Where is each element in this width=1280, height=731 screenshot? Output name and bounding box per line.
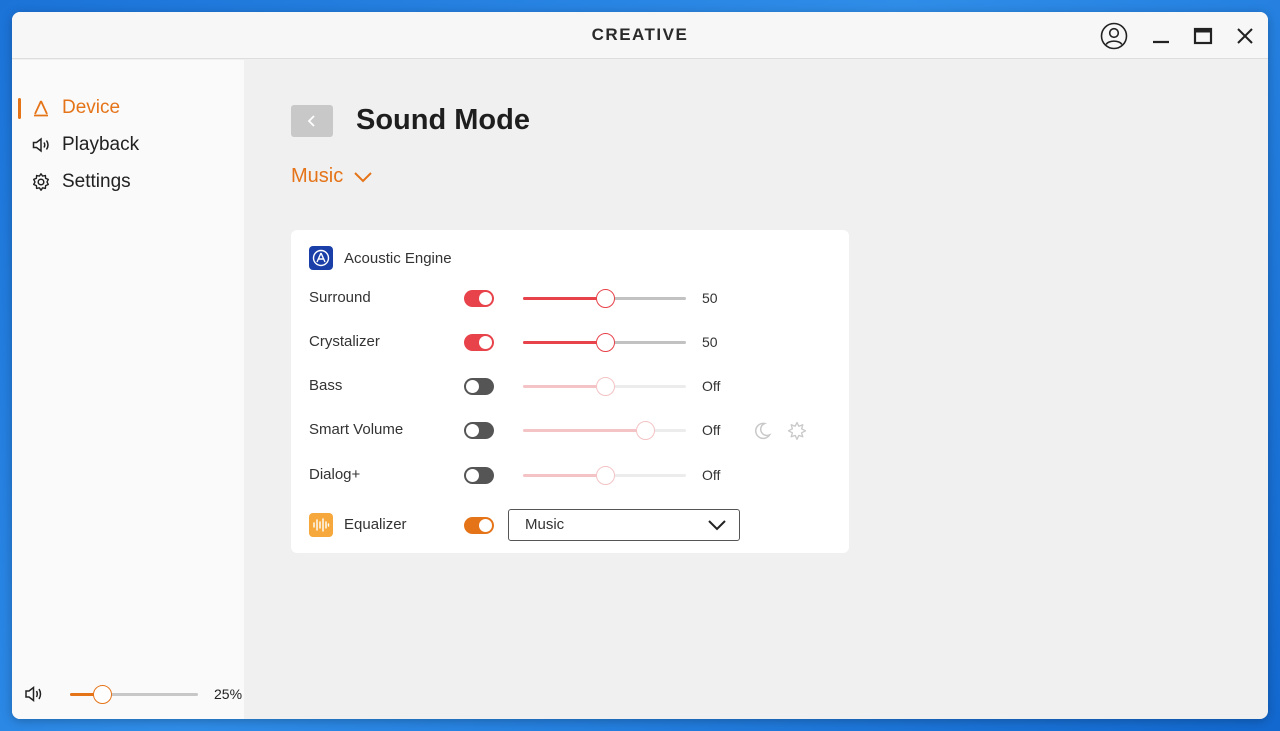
close-icon (1237, 28, 1253, 44)
slider-fill (523, 429, 646, 432)
engine-row-label: Crystalizer (309, 333, 380, 350)
surround-slider[interactable] (523, 289, 686, 308)
toggle-knob (479, 292, 492, 305)
minimize-icon (1153, 40, 1169, 44)
crystalizer-slider[interactable] (523, 333, 686, 352)
smart-volume-slider[interactable] (523, 421, 686, 440)
sound-mode-value: Music (291, 165, 344, 187)
chevron-down-icon (708, 520, 726, 531)
toggle-knob (479, 336, 492, 349)
minimize-button[interactable] (1146, 21, 1176, 51)
bass-value: Off (702, 378, 721, 394)
sidebar-item-label: Settings (62, 171, 131, 192)
equalizer-preset-value: Music (525, 516, 565, 533)
acoustic-engine-header: Acoustic Engine (309, 246, 452, 270)
volume-icon[interactable] (24, 684, 46, 704)
crystalizer-toggle[interactable] (464, 334, 494, 351)
volume-percent: 25% (214, 686, 243, 702)
page-title: Sound Mode (356, 104, 530, 136)
equalizer-icon (309, 513, 333, 537)
speaker-icon (30, 134, 52, 156)
engine-row-dialog-plus: Dialog+ Off (291, 463, 849, 487)
title-bar: CREATIVE (12, 12, 1268, 59)
burst-icon (787, 421, 807, 440)
main-content: Sound Mode Music Acoustic Engine Surroun… (244, 60, 1268, 719)
surround-toggle[interactable] (464, 290, 494, 307)
moon-icon (754, 422, 772, 440)
slider-fill (523, 341, 605, 344)
active-indicator (18, 98, 21, 119)
brand-logo: CREATIVE (591, 25, 689, 44)
sidebar: Device Playback Settings 25% (12, 60, 244, 719)
chevron-down-icon (354, 171, 372, 182)
slider-fill (523, 297, 605, 300)
slider-handle[interactable] (595, 377, 615, 396)
night-mode-button[interactable] (751, 420, 773, 442)
engine-row-surround: Surround 50 (291, 286, 849, 310)
toggle-knob (466, 469, 479, 482)
close-button[interactable] (1230, 21, 1260, 51)
engine-row-bass: Bass Off (291, 374, 849, 398)
slider-handle[interactable] (595, 289, 615, 308)
slider-fill (523, 385, 605, 388)
slider-handle[interactable] (636, 421, 656, 440)
sidebar-item-label: Playback (62, 134, 140, 155)
volume-slider[interactable] (70, 685, 198, 704)
slider-fill (523, 474, 605, 477)
slider-handle[interactable] (595, 466, 615, 485)
sidebar-item-device[interactable]: Device (12, 91, 244, 125)
equalizer-preset-dropdown[interactable]: Music (508, 509, 740, 541)
engine-row-crystalizer: Crystalizer 50 (291, 330, 849, 354)
sidebar-item-settings[interactable]: Settings (12, 165, 244, 199)
sidebar-item-label: Device (62, 97, 121, 118)
gear-icon (30, 171, 52, 193)
maximize-icon (1193, 27, 1213, 45)
engine-row-smart-volume: Smart Volume Off (291, 418, 849, 442)
engine-row-label: Surround (309, 289, 371, 306)
engine-row-label: Dialog+ (309, 466, 361, 483)
toggle-knob (466, 424, 479, 437)
maximize-button[interactable] (1188, 21, 1218, 51)
master-volume: 25% (24, 682, 242, 706)
equalizer-label: Equalizer (344, 516, 407, 533)
engine-row-label: Bass (309, 377, 343, 394)
volume-slider-handle[interactable] (93, 685, 112, 704)
surround-value: 50 (702, 290, 718, 306)
sidebar-item-playback[interactable]: Playback (12, 128, 244, 162)
sound-mode-dropdown[interactable]: Music (291, 165, 373, 188)
bass-toggle[interactable] (464, 378, 494, 395)
acoustic-engine-title: Acoustic Engine (344, 249, 452, 267)
acoustic-engine-icon (309, 246, 333, 270)
crystalizer-value: 50 (702, 334, 718, 350)
acoustic-engine-card: Acoustic Engine Surround 50 Crystalizer … (291, 230, 849, 553)
equalizer-toggle[interactable] (464, 517, 494, 534)
chevron-left-icon (307, 115, 315, 127)
back-button[interactable] (291, 105, 333, 137)
engine-row-label: Smart Volume (309, 421, 404, 438)
dialog-plus-value: Off (702, 467, 721, 483)
account-button[interactable] (1099, 21, 1129, 51)
smart-volume-toggle[interactable] (464, 422, 494, 439)
bass-slider[interactable] (523, 377, 686, 396)
smart-volume-value: Off (702, 422, 721, 438)
dialog-plus-toggle[interactable] (464, 467, 494, 484)
toggle-knob (479, 519, 492, 532)
app-window: CREATIVE Device Playback Settings 25% So… (12, 12, 1268, 719)
device-icon (30, 97, 52, 119)
slider-handle[interactable] (595, 333, 615, 352)
loud-mode-button[interactable] (786, 420, 808, 442)
user-circle-icon (1100, 22, 1128, 50)
dialog-plus-slider[interactable] (523, 466, 686, 485)
toggle-knob (466, 380, 479, 393)
